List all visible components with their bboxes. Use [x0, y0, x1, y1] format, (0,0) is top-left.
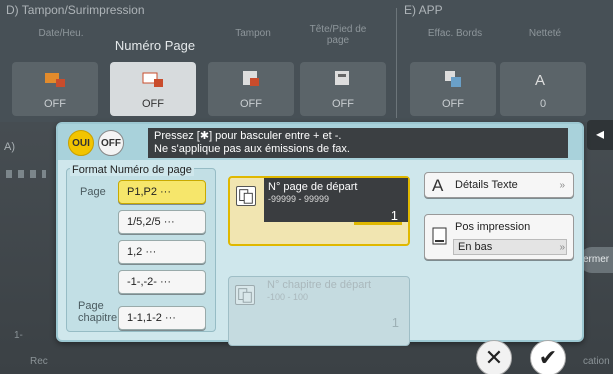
side-arrow-button[interactable]: ◂ — [587, 120, 613, 150]
sharpness-icon: A — [535, 72, 545, 88]
side-section-label: A) — [4, 141, 15, 153]
tab-date-heure[interactable]: Date/Heu. — [16, 28, 106, 39]
page-icon — [236, 186, 256, 206]
chapter-icon — [235, 285, 255, 305]
tab-tampon[interactable]: Tampon — [208, 28, 298, 39]
label-page: Page — [80, 186, 106, 198]
label-chapter-line1: Page — [78, 300, 104, 312]
page-number-icon — [142, 72, 163, 87]
group-title-tampon: D) Tampon/Surimpression — [6, 3, 145, 17]
card-nettete[interactable]: A 0 — [500, 62, 586, 116]
card-value: OFF — [44, 98, 66, 110]
settings-tabs-area: D) Tampon/Surimpression E) APP Date/Heu.… — [0, 0, 613, 122]
toggle-on-button[interactable]: OUI — [68, 130, 94, 156]
card-value: OFF — [142, 98, 164, 110]
card-value: 0 — [539, 98, 547, 110]
start-page-range: -99999 - 99999 — [268, 194, 330, 204]
format-title: Format Numéro de page — [70, 164, 194, 176]
side-text: 1- — [14, 330, 23, 341]
input-cursor-underline — [354, 222, 402, 225]
card-value: OFF — [442, 98, 464, 110]
card-value: OFF — [332, 98, 354, 110]
erase-border-icon — [445, 71, 461, 87]
info-line-1: Pressez [✱] pour basculer entre + et -. — [154, 130, 342, 142]
text-details-button[interactable]: A Détails Texte » — [424, 172, 574, 198]
ok-button[interactable]: ✔ — [530, 340, 566, 374]
start-chapter-range: -100 - 100 — [267, 292, 309, 302]
format-option-p1p2[interactable]: P1,P2 ··· — [118, 180, 206, 204]
start-chapter-field: N° chapitre de départ -100 - 100 1 — [228, 276, 410, 346]
print-position-value: En bas — [453, 239, 567, 255]
header-footer-icon — [335, 71, 349, 85]
cancel-button[interactable]: ✕ — [476, 340, 512, 374]
dialog-header: OUI OFF Pressez [✱] pour basculer entre … — [58, 124, 582, 160]
start-page-value: 1 — [390, 208, 398, 223]
date-stamp-icon — [45, 73, 65, 87]
card-date-heure[interactable]: OFF — [12, 62, 98, 116]
toggle-off-button[interactable]: OFF — [98, 130, 124, 156]
format-option-chapter[interactable]: 1-1,1-2 ··· — [118, 306, 206, 330]
start-page-field[interactable]: N° page de départ -99999 - 99999 1 — [228, 176, 410, 246]
bottom-label-left: Rec — [30, 356, 48, 367]
start-chapter-title: N° chapitre de départ — [267, 279, 372, 291]
card-tete-pied[interactable]: OFF — [300, 62, 386, 116]
chevron-right-icon: » — [559, 180, 565, 191]
print-position-label: Pos impression — [455, 221, 531, 233]
card-numero-page[interactable]: OFF — [110, 62, 196, 116]
format-option-plain[interactable]: 1,2 ··· — [118, 240, 206, 264]
tab-tete-pied[interactable]: Tête/Pied de page — [300, 24, 376, 46]
info-line-2: Ne s'applique pas aux émissions de fax. — [154, 143, 350, 155]
label-chapter: Page chapitre — [78, 300, 117, 324]
card-effac-bords[interactable]: OFF — [410, 62, 496, 116]
position-bottom-icon — [432, 227, 447, 245]
chevron-right-icon: » — [559, 242, 565, 253]
side-divider — [6, 170, 46, 178]
svg-text:A: A — [535, 72, 545, 88]
info-message: Pressez [✱] pour basculer entre + et -. … — [148, 128, 568, 158]
format-option-fraction[interactable]: 1/5,2/5 ··· — [118, 210, 206, 234]
card-value: OFF — [240, 98, 262, 110]
start-chapter-value: 1 — [391, 315, 399, 330]
tab-effac-bords[interactable]: Effac. Bords — [410, 28, 500, 39]
page-number-dialog: OUI OFF Pressez [✱] pour basculer entre … — [56, 122, 584, 346]
stamp-icon — [243, 71, 259, 86]
svg-text:A: A — [432, 176, 444, 194]
card-tampon[interactable]: OFF — [208, 62, 294, 116]
start-page-title: N° page de départ — [268, 181, 358, 193]
fermer-button[interactable]: ermer — [579, 247, 613, 273]
format-option-dash[interactable]: -1-,-2- ··· — [118, 270, 206, 294]
tab-nettete[interactable]: Netteté — [500, 28, 590, 39]
group-divider — [396, 8, 397, 118]
bottom-label-right: cation — [583, 356, 610, 367]
tab-numero-page[interactable]: Numéro Page — [110, 39, 200, 52]
label-chapter-line2: chapitre — [78, 312, 118, 324]
text-a-icon: A — [432, 176, 444, 194]
print-position-button[interactable]: Pos impression En bas » — [424, 214, 574, 260]
text-details-label: Détails Texte — [455, 179, 518, 191]
group-title-app: E) APP — [404, 3, 443, 17]
